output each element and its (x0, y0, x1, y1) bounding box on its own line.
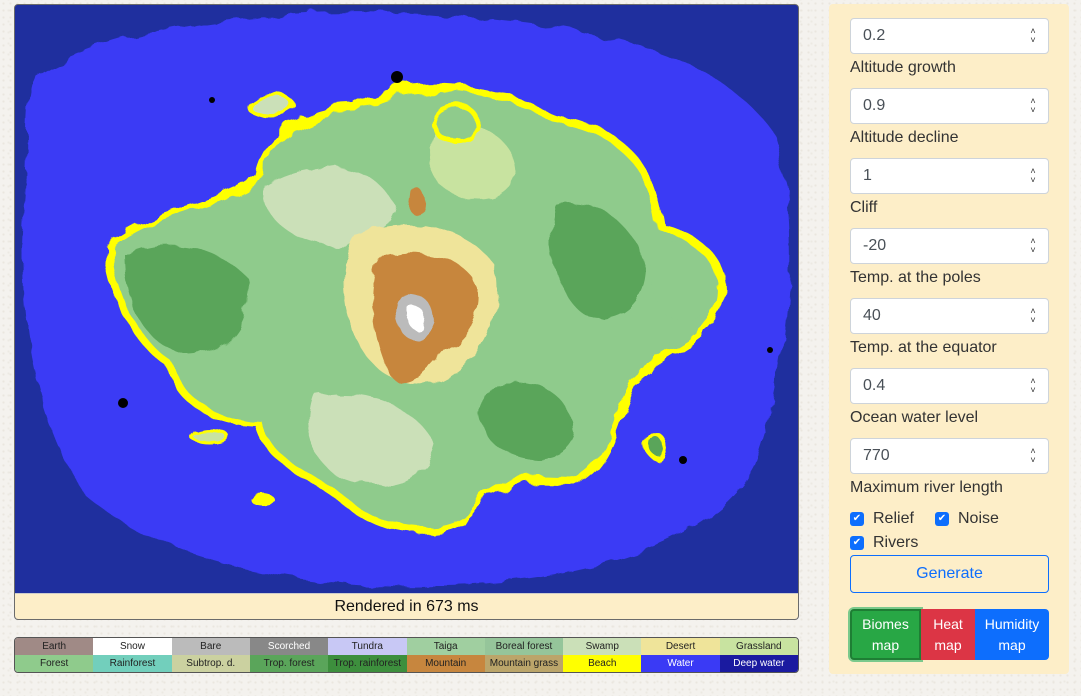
river-length-value: 770 (863, 447, 890, 464)
checkmark-icon[interactable]: ✔ (850, 512, 864, 526)
biome-legend: Earth Snow Bare Scorched Tundra Taiga Bo… (14, 637, 799, 673)
biomes-map-button[interactable]: Biomes map (850, 609, 921, 660)
heat-map-label-1: Heat (933, 615, 963, 632)
humidity-map-label-2: map (998, 636, 1026, 653)
legend-tropical-forest: Trop. forest (249, 655, 329, 672)
checkmark-icon[interactable]: ✔ (935, 512, 949, 526)
spinner-icon[interactable]: ˄ ˅ (1028, 447, 1038, 465)
legend-swamp: Swamp (563, 638, 642, 655)
relief-checkbox[interactable]: ✔ Relief (850, 510, 914, 528)
temp-poles-input[interactable]: -20 ˄ ˅ (850, 228, 1049, 264)
settings-panel: 0.2 ˄ ˅ Altitude growth 0.9 ˄ ˅ Altitude d… (829, 4, 1069, 674)
biomes-map-label-2: map (871, 636, 900, 653)
legend-taiga: Taiga (406, 638, 485, 655)
render-status: Rendered in 673 ms (15, 593, 798, 619)
map-panel: Rendered in 673 ms (14, 4, 799, 620)
map-type-group: Biomes map Heat map Humidity map (850, 609, 1049, 660)
legend-grassland: Grassland (719, 638, 798, 655)
legend-earth: Earth (15, 638, 94, 655)
rivers-label: Rivers (873, 534, 919, 551)
spinner-icon[interactable]: ˄ ˅ (1028, 97, 1038, 115)
altitude-growth-value: 0.2 (863, 27, 886, 44)
spinner-icon[interactable]: ˄ ˅ (1028, 27, 1038, 45)
noise-checkbox[interactable]: ✔ Noise (935, 510, 999, 528)
temp-poles-value: -20 (863, 237, 887, 254)
cliff-value: 1 (863, 167, 872, 184)
spinner-icon[interactable]: ˄ ˅ (1028, 377, 1038, 395)
generate-button[interactable]: Generate (850, 555, 1049, 593)
humidity-map-label-1: Humidity (984, 615, 1040, 632)
biomes-map-label-1: Biomes (862, 615, 909, 632)
legend-scorched: Scorched (249, 638, 329, 655)
spinner-icon[interactable]: ˄ ˅ (1028, 307, 1038, 325)
river-length-input[interactable]: 770 ˄ ˅ (850, 438, 1049, 474)
legend-beach: Beach (563, 655, 642, 672)
relief-label: Relief (873, 510, 914, 527)
legend-tundra: Tundra (328, 638, 407, 655)
altitude-growth-input[interactable]: 0.2 ˄ ˅ (850, 18, 1049, 54)
legend-forest: Forest (15, 655, 94, 672)
legend-desert: Desert (641, 638, 720, 655)
legend-rainforest: Rainforest (93, 655, 172, 672)
temp-equator-input[interactable]: 40 ˄ ˅ (850, 298, 1049, 334)
temp-equator-label: Temp. at the equator (850, 339, 997, 356)
legend-tropical-rainforest: Trop. rainforest (328, 655, 407, 672)
ocean-level-value: 0.4 (863, 377, 886, 394)
spinner-icon[interactable]: ˄ ˅ (1028, 167, 1038, 185)
altitude-growth-label: Altitude growth (850, 59, 956, 76)
rivers-checkbox[interactable]: ✔ Rivers (850, 534, 918, 552)
legend-mountain: Mountain (406, 655, 485, 672)
heat-map-label-2: map (934, 636, 962, 653)
cliff-label: Cliff (850, 199, 878, 216)
legend-mountain-grass: Mountain grass (484, 655, 564, 672)
map-canvas[interactable] (15, 5, 798, 593)
cliff-input[interactable]: 1 ˄ ˅ (850, 158, 1049, 194)
legend-boreal-forest: Boreal forest (484, 638, 564, 655)
humidity-map-button[interactable]: Humidity map (975, 609, 1049, 660)
legend-subtropical-desert: Subtrop. d. (171, 655, 250, 672)
altitude-decline-value: 0.9 (863, 97, 886, 114)
legend-deep-water: Deep water (719, 655, 798, 672)
ocean-level-label: Ocean water level (850, 409, 979, 426)
ocean-level-input[interactable]: 0.4 ˄ ˅ (850, 368, 1049, 404)
river-length-label: Maximum river length (850, 479, 1003, 496)
temp-poles-label: Temp. at the poles (850, 269, 981, 286)
altitude-decline-input[interactable]: 0.9 ˄ ˅ (850, 88, 1049, 124)
spinner-icon[interactable]: ˄ ˅ (1028, 237, 1038, 255)
legend-snow: Snow (93, 638, 172, 655)
noise-label: Noise (958, 510, 999, 527)
legend-water: Water (641, 655, 720, 672)
legend-bare: Bare (171, 638, 250, 655)
temp-equator-value: 40 (863, 307, 881, 324)
heat-map-button[interactable]: Heat map (921, 609, 975, 660)
checkmark-icon[interactable]: ✔ (850, 536, 864, 550)
altitude-decline-label: Altitude decline (850, 129, 959, 146)
